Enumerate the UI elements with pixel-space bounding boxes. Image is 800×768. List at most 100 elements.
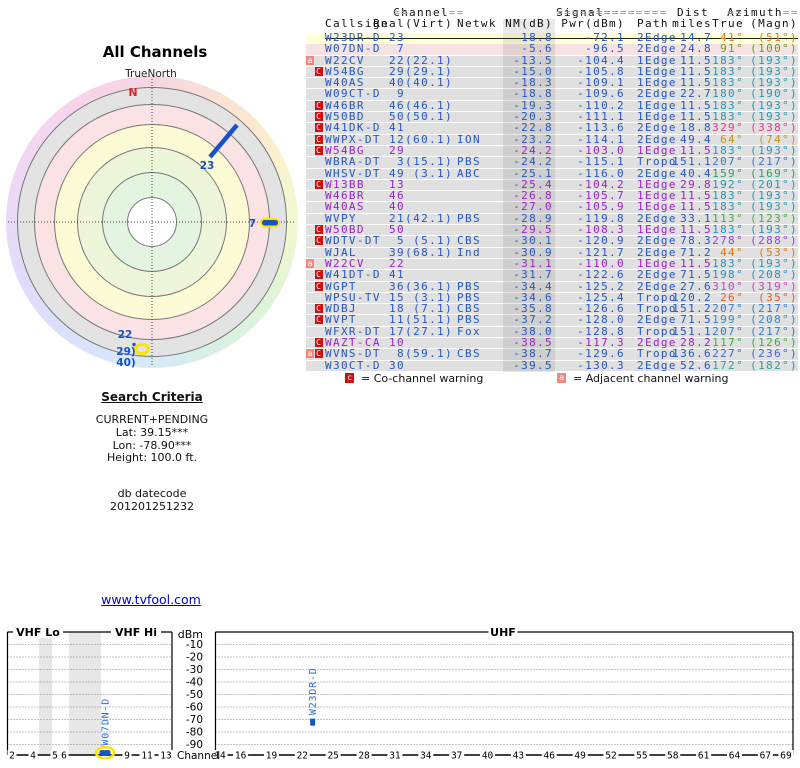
true-north-label: TrueNorth — [124, 68, 177, 80]
search-mode: CURRENT+PENDING — [95, 413, 209, 426]
cell-net: PBS — [457, 211, 481, 225]
col-miles: miles — [672, 17, 712, 30]
col-real: Real — [373, 17, 405, 30]
channel-tick-label: 16 — [235, 751, 247, 762]
north-marker: N — [128, 86, 137, 99]
cell-path: 2Edge — [637, 358, 677, 372]
radar-label-ch7: 7 — [249, 218, 256, 230]
col-path: Path — [637, 17, 669, 30]
radar-marker-ch7 — [260, 218, 280, 228]
col-pwr: Pwr(dBm) — [561, 17, 625, 30]
cell-virt: (68.1) — [405, 245, 453, 259]
dbm-tick-label: -40 — [186, 677, 203, 689]
channel-tick-label: 37 — [451, 751, 462, 762]
col-magn: (Magn) — [750, 17, 798, 30]
cell-net: CBS — [457, 347, 481, 361]
cell-virt: (42.1) — [405, 211, 453, 225]
cell-cs: W30CT-D — [325, 358, 381, 372]
col-nm: NM(dB) — [505, 17, 553, 30]
legend-adjacent-channel: a = Adjacent channel warning — [557, 373, 729, 384]
station-table: == Channel == ======== Signal ======== Dist … — [306, 7, 798, 388]
cell-mag: (182°) — [750, 358, 798, 372]
co-channel-flag-icon: C — [314, 123, 323, 133]
co-channel-flag-icon: C — [314, 281, 323, 291]
co-channel-flag-icon: C — [314, 66, 323, 76]
tvfool-report: { "colors": { "marker_blue": "#1553c6", … — [0, 0, 800, 768]
table-row: W30CT-D 30 -39.5 -130.3 2Edge 52.6 172° (182°) — [306, 358, 798, 372]
channel-tick-label: 40 — [482, 751, 494, 762]
channel-tick-label: 61 — [698, 751, 710, 762]
cell-real: 30 — [389, 358, 405, 372]
search-height: Height: 100.0 ft. — [106, 451, 198, 464]
co-channel-flag-icon: C — [314, 304, 323, 314]
legend-co-channel: c = Co-channel warning — [345, 373, 483, 384]
adjacent-label: = Adjacent channel warning — [573, 372, 729, 385]
co-channel-flag-icon: C — [314, 225, 323, 235]
radar-chart: All Channels TrueNorth N 23 7 22 29) 40) — [0, 0, 310, 380]
co-channel-flag-icon: C — [314, 100, 323, 110]
co-channel-flag-icon: C — [314, 236, 323, 246]
channel-tick-label: 31 — [389, 751, 401, 762]
cell-virt: (59.1) — [405, 347, 453, 361]
cell-virt: (40.1) — [405, 76, 453, 90]
radar-label-ch22: 22 — [118, 329, 133, 341]
spectrum-chart: VHF Lo VHF Hi UHFdBm-10-20-30-40-50-60-70-… — [6, 626, 794, 762]
co-channel-flag-icon: C — [314, 270, 323, 280]
cell-az: 172° — [712, 358, 744, 372]
frequency-gap-band — [69, 632, 101, 755]
cell-net: Fox — [457, 324, 481, 338]
col-netwk: Netwk — [457, 17, 497, 30]
station-marker-label: W23DR-D — [308, 667, 319, 715]
station-marker — [310, 718, 316, 726]
co-channel-flag-icon: C — [314, 338, 323, 348]
search-lat: Lat: 39.15*** — [115, 426, 189, 439]
tvfool-link[interactable]: www.tvfool.com — [101, 592, 201, 607]
channel-axis-title: Channel — [177, 750, 220, 762]
cell-net: ION — [457, 132, 481, 146]
table-body: W23DR-D 23 18.8 -72.1 2Edge 14.7 41° (51°) W07DN… — [306, 32, 798, 372]
db-datecode-value: 201201251232 — [110, 499, 194, 513]
channel-tick-label: 22 — [297, 751, 308, 762]
uhf-label: UHF — [490, 626, 516, 639]
dbm-tick-label: -10 — [186, 639, 203, 651]
channel-tick-label: 19 — [266, 751, 278, 762]
adjacent-flag-icon: a — [306, 349, 314, 359]
channel-tick-label: 46 — [544, 751, 556, 762]
dbm-tick-label: -30 — [186, 664, 203, 676]
channel-tick-label: 49 — [574, 751, 586, 762]
co-channel-flag-icon: C — [314, 145, 323, 155]
co-channel-flag-icon: c — [345, 373, 354, 383]
cell-pwr: -130.3 — [577, 358, 625, 372]
dbm-tick-label: -50 — [186, 689, 203, 701]
radar-overlay: TrueNorth N 23 7 22 29) 40) — [8, 68, 296, 369]
db-datecode-label: db datecode — [117, 487, 187, 500]
vhf-hi-label: VHF Hi — [115, 626, 157, 639]
station-marker — [99, 750, 111, 756]
dbm-tick-label: -60 — [186, 702, 203, 714]
channel-tick-label: 52 — [605, 751, 616, 762]
cell-virt: (50.1) — [405, 110, 453, 124]
channel-tick-label: 34 — [420, 751, 432, 762]
co-channel-flag-icon: C — [314, 349, 323, 359]
channel-tick-label: 43 — [513, 751, 524, 762]
channel-tick-label: 55 — [636, 751, 647, 762]
cell-virt: (60.1) — [405, 132, 453, 146]
dbm-tick-label: -20 — [186, 652, 203, 664]
co-channel-flag-icon: C — [314, 179, 323, 189]
channel-tick-label: 4 — [30, 751, 36, 762]
station-marker-label: W07DN-D — [101, 698, 112, 746]
channel-tick-label: 67 — [760, 751, 771, 762]
dbm-tick-label: -70 — [186, 714, 203, 726]
channel-tick-label: 28 — [358, 751, 370, 762]
col-true: True — [712, 17, 744, 30]
channel-tick-label: 69 — [780, 751, 792, 762]
cell-nm: -39.5 — [513, 358, 553, 372]
adjacent-flag-icon: a — [306, 55, 314, 65]
radar-marker-ch29-highlight — [134, 343, 150, 355]
channel-tick-label: 64 — [729, 751, 741, 762]
radar-label-ch40: 40) — [116, 357, 135, 369]
channel-tick-label: 2 — [9, 751, 15, 762]
cell-virt: (3.1) — [413, 166, 453, 180]
col-virt: (Virt) — [405, 17, 453, 30]
channel-tick-label: 6 — [61, 751, 67, 762]
